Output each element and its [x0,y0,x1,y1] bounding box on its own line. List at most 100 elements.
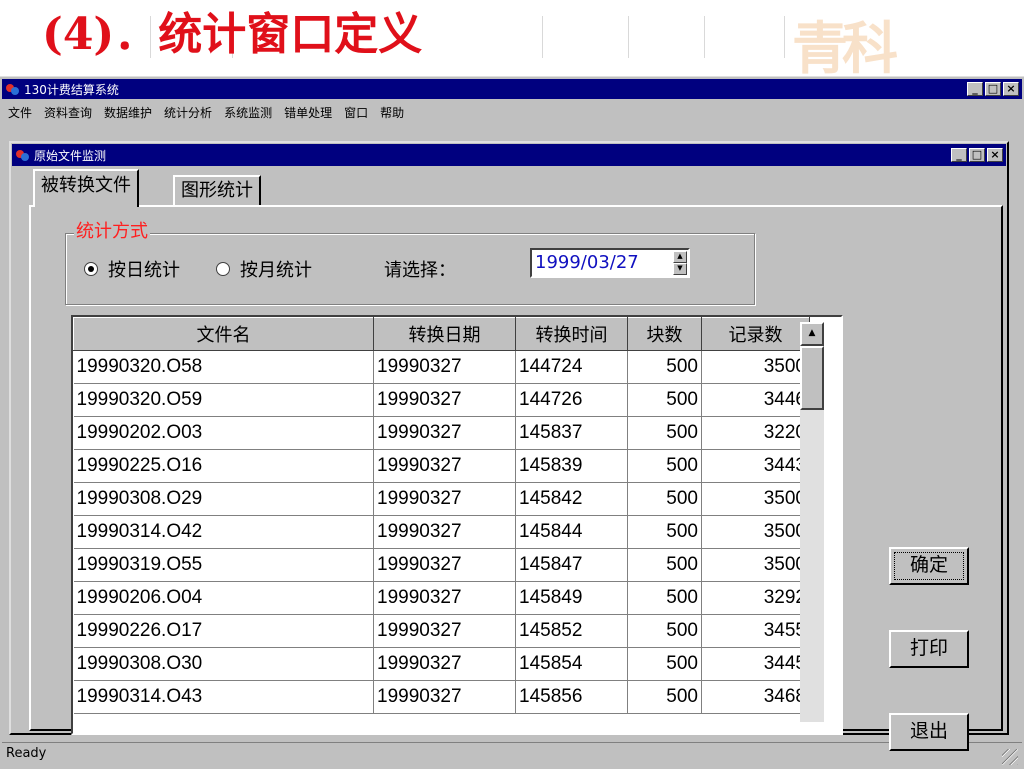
app-window-controls: _ □ × [967,82,1019,96]
table-row[interactable]: 19990320.O59 19990327 144726 500 3446 [73,383,810,417]
table-row[interactable]: 19990308.O30 19990327 145854 500 3445 [73,647,810,681]
table-cell: 19990327 [373,581,516,615]
table-cell: 500 [627,647,702,681]
table-cell: 19990327 [373,515,516,549]
column-header[interactable]: 转换时间 [515,317,628,351]
table-cell: 145842 [515,482,628,516]
spin-down-icon[interactable]: ▼ [673,263,687,275]
tab-panel: 统计方式 按日统计 按月统计 请选择： 1999/03/27 ▲ ▼ 文件名 转… [29,205,1003,751]
scroll-thumb[interactable] [800,346,824,410]
spin-up-icon[interactable]: ▲ [673,251,687,263]
table-cell: 500 [627,548,702,582]
table-cell: 19990320.O59 [73,383,374,417]
menu-statistics[interactable]: 统计分析 [158,104,218,121]
table-cell: 19990327 [373,614,516,648]
maximize-button[interactable]: □ [985,82,1001,96]
minimize-button[interactable]: _ [967,82,983,96]
table-cell: 145856 [515,680,628,714]
menu-system-monitor[interactable]: 系统监测 [218,104,278,121]
tab-graph-statistics[interactable]: 图形统计 [173,175,261,205]
table-cell: 19990327 [373,482,516,516]
table-cell: 3445 [701,647,810,681]
table-row[interactable]: 19990206.O04 19990327 145849 500 3292 [73,581,810,615]
exit-button[interactable]: 退出 [889,713,969,751]
table-scrollbar[interactable]: ▲ [800,322,824,722]
table-row[interactable]: 19990225.O16 19990327 145839 500 3443 [73,449,810,483]
stat-mode-legend: 统计方式 [74,220,150,244]
menu-help[interactable]: 帮助 [374,104,410,121]
stat-mode-radios: 按日统计 按月统计 请选择： [84,254,456,284]
table-cell: 145847 [515,548,628,582]
menu-bar: 文件 资料查询 数据维护 统计分析 系统监测 错单处理 窗口 帮助 [2,101,1022,123]
date-spinner[interactable]: ▲ ▼ [673,251,687,275]
radio-monthly-label[interactable]: 按月统计 [240,256,312,282]
close-button[interactable]: × [1003,82,1019,96]
status-text: Ready [6,746,47,761]
table-cell: 19990319.O55 [73,548,374,582]
table-cell: 3468 [701,680,810,714]
date-picker-input[interactable]: 1999/03/27 ▲ ▼ [530,248,690,278]
table-cell: 19990327 [373,647,516,681]
select-date-label: 请选择： [384,260,456,281]
slide-title: (4)．统计窗口定义 [42,9,423,60]
table-cell: 19990314.O43 [73,680,374,714]
table-cell: 500 [627,614,702,648]
table-row[interactable]: 19990202.O03 19990327 145837 500 3220 [73,416,810,450]
child-titlebar[interactable]: 原始文件监测 _ □ × [12,144,1006,166]
table-cell: 145854 [515,647,628,681]
child-close-button[interactable]: × [987,148,1003,162]
menu-file[interactable]: 文件 [2,104,38,121]
column-header[interactable]: 记录数 [701,317,810,351]
table-cell: 500 [627,416,702,450]
table-cell: 3455 [701,614,810,648]
resize-grip-icon[interactable] [1002,749,1018,765]
table-cell: 3500 [701,482,810,516]
table-row[interactable]: 19990226.O17 19990327 145852 500 3455 [73,614,810,648]
column-header[interactable]: 文件名 [73,317,374,351]
child-title: 原始文件监测 [34,148,107,163]
table-cell: 19990327 [373,416,516,450]
table-cell: 145837 [515,416,628,450]
app-icon[interactable] [6,82,20,96]
table-cell: 500 [627,383,702,417]
radio-daily-label[interactable]: 按日统计 [108,256,180,282]
table-row[interactable]: 19990320.O58 19990327 144724 500 3500 [73,350,810,384]
table-cell: 19990226.O17 [73,614,374,648]
file-table[interactable]: 文件名 转换日期 转换时间 块数 记录数 19990320.O58 1999032… [71,315,843,735]
stat-mode-group: 统计方式 按日统计 按月统计 请选择： 1999/03/27 ▲ ▼ [65,220,755,305]
status-bar: Ready [2,742,1022,767]
menu-error-handling[interactable]: 错单处理 [278,104,338,121]
table-cell: 19990327 [373,350,516,384]
table-row[interactable]: 19990314.O43 19990327 145856 500 3468 [73,680,810,714]
table-cell: 19990202.O03 [73,416,374,450]
table-row[interactable]: 19990308.O29 19990327 145842 500 3500 [73,482,810,516]
table-cell: 19990327 [373,449,516,483]
column-header[interactable]: 转换日期 [373,317,516,351]
app-titlebar[interactable]: 130计费结算系统 _ □ × [2,79,1022,99]
child-window-icon[interactable] [16,148,30,162]
table-cell: 500 [627,515,702,549]
table-cell: 19990327 [373,548,516,582]
menu-data-query[interactable]: 资料查询 [38,104,98,121]
radio-daily[interactable] [84,262,98,276]
confirm-button[interactable]: 确定 [889,547,969,585]
table-cell: 500 [627,482,702,516]
table-row[interactable]: 19990319.O55 19990327 145847 500 3500 [73,548,810,582]
table-cell: 19990327 [373,680,516,714]
table-row[interactable]: 19990314.O42 19990327 145844 500 3500 [73,515,810,549]
column-header[interactable]: 块数 [627,317,702,351]
table-cell: 19990320.O58 [73,350,374,384]
child-maximize-button[interactable]: □ [969,148,985,162]
print-button[interactable]: 打印 [889,630,969,668]
radio-monthly[interactable] [216,262,230,276]
menu-data-maintenance[interactable]: 数据维护 [98,104,158,121]
child-minimize-button[interactable]: _ [951,148,967,162]
tab-converted-files[interactable]: 被转换文件 [33,169,139,207]
scroll-up-icon[interactable]: ▲ [800,322,824,346]
table-cell: 500 [627,581,702,615]
menu-window[interactable]: 窗口 [338,104,374,121]
table-cell: 500 [627,449,702,483]
table-cell: 3500 [701,350,810,384]
table-cell: 3220 [701,416,810,450]
table-cell: 19990206.O04 [73,581,374,615]
